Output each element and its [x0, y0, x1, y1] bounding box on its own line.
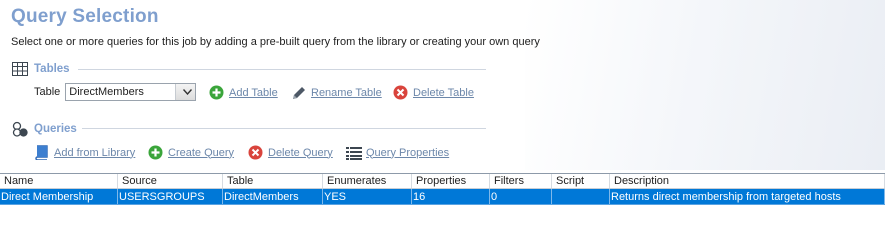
chevron-down-icon[interactable]: [175, 84, 196, 100]
queries-divider: [82, 128, 486, 129]
delete-table-button[interactable]: Delete Table: [392, 84, 474, 101]
pencil-icon: [290, 84, 307, 101]
add-from-library-button[interactable]: Add from Library: [33, 144, 135, 161]
column-header[interactable]: Source: [118, 174, 223, 188]
table-cell: DirectMembers: [223, 189, 323, 204]
table-row[interactable]: Direct Membership USERSGROUPS DirectMemb…: [0, 189, 885, 205]
table-selector-row: Table DirectMembers: [34, 83, 197, 101]
queries-icon: [11, 120, 28, 137]
background-decoration: [525, 0, 885, 170]
add-icon: [147, 144, 164, 161]
table-cell: 16: [412, 189, 490, 204]
add-table-label[interactable]: Add Table: [229, 87, 278, 99]
table-label: Table: [34, 86, 61, 98]
column-header[interactable]: Script: [552, 174, 610, 188]
table-select[interactable]: DirectMembers: [65, 83, 197, 101]
create-query-button[interactable]: Create Query: [147, 144, 234, 161]
column-header[interactable]: Properties: [412, 174, 490, 188]
tables-section-header: Tables: [11, 60, 70, 77]
table-cell: YES: [323, 189, 412, 204]
queries-grid: Name Source Table Enumerates Properties …: [0, 173, 885, 208]
grid-header: Name Source Table Enumerates Properties …: [0, 173, 885, 189]
table-select-value: DirectMembers: [69, 86, 144, 98]
table-cell: [552, 189, 610, 204]
column-header[interactable]: Table: [223, 174, 323, 188]
tables-section-title: Tables: [34, 62, 70, 75]
column-header[interactable]: Name: [0, 174, 118, 188]
add-from-library-label[interactable]: Add from Library: [54, 147, 135, 159]
table-cell: Direct Membership: [0, 189, 118, 204]
delete-icon: [392, 84, 409, 101]
table-cell: 0: [490, 189, 552, 204]
rename-table-button[interactable]: Rename Table: [290, 84, 382, 101]
table-icon: [11, 60, 28, 77]
table-cell: USERSGROUPS: [118, 189, 223, 204]
rename-table-label[interactable]: Rename Table: [311, 87, 382, 99]
list-icon: [345, 144, 362, 161]
query-properties-button[interactable]: Query Properties: [345, 144, 449, 161]
query-properties-label[interactable]: Query Properties: [366, 147, 449, 159]
delete-table-label[interactable]: Delete Table: [413, 87, 474, 99]
queries-section-title: Queries: [34, 122, 77, 135]
column-header[interactable]: Enumerates: [323, 174, 412, 188]
column-header[interactable]: Filters: [490, 174, 552, 188]
page-subtitle: Select one or more queries for this job …: [11, 36, 540, 48]
delete-query-label[interactable]: Delete Query: [268, 147, 333, 159]
table-cell: Returns direct membership from targeted …: [610, 189, 885, 204]
create-query-label[interactable]: Create Query: [168, 147, 234, 159]
book-icon: [33, 144, 50, 161]
add-icon: [208, 84, 225, 101]
queries-section-header: Queries: [11, 120, 77, 137]
delete-icon: [247, 144, 264, 161]
column-header[interactable]: Description: [610, 174, 885, 188]
add-table-button[interactable]: Add Table: [208, 84, 278, 101]
delete-query-button[interactable]: Delete Query: [247, 144, 333, 161]
tables-divider: [78, 69, 486, 70]
page-title: Query Selection: [11, 6, 159, 27]
